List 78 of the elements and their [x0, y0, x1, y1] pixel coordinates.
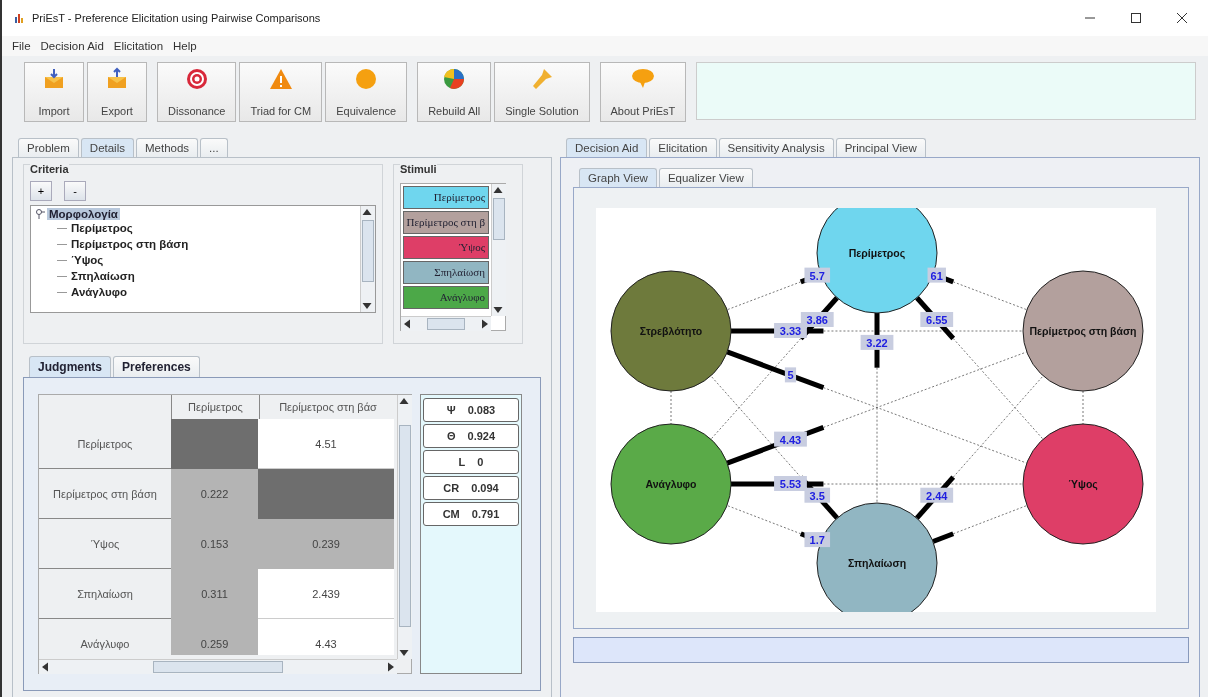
panel-title: Criteria: [30, 163, 69, 175]
ball-icon: [442, 67, 467, 91]
toolbar-button[interactable]: Import: [24, 62, 84, 122]
maximize-icon[interactable]: [1130, 12, 1142, 24]
tab[interactable]: Equalizer View: [658, 168, 753, 187]
metric-field: CR 0.094: [423, 476, 519, 500]
matrix-cell[interactable]: 0.153: [171, 519, 258, 569]
tab[interactable]: Problem: [18, 138, 79, 157]
tab[interactable]: Preferences: [113, 356, 200, 377]
warning-icon: [268, 67, 293, 91]
toolbar-button[interactable]: Dissonance: [157, 62, 237, 122]
matrix-cell[interactable]: 0.222: [171, 469, 258, 519]
toolbar-button[interactable]: Export: [87, 62, 147, 122]
stimulus-item[interactable]: Σπηλαίωση: [403, 261, 489, 284]
graph-node[interactable]: Ύψος: [1022, 423, 1144, 545]
small-button[interactable]: -: [64, 181, 86, 201]
toolbar-button[interactable]: About PriEsT: [599, 62, 687, 122]
tree-toggle-icon[interactable]: [35, 208, 45, 220]
metric-field: CM 0.791: [423, 502, 519, 526]
tree-item[interactable]: Περίμετρος στη βάση: [71, 238, 189, 250]
tab[interactable]: Details: [80, 138, 134, 157]
app-icon: [14, 12, 26, 24]
small-button[interactable]: +: [30, 181, 52, 201]
stimulus-item[interactable]: Περίμετρος στη β: [403, 211, 489, 234]
tree-item[interactable]: Σπηλαίωση: [71, 270, 135, 282]
scrollbar[interactable]: [397, 395, 412, 659]
tab[interactable]: Principal View: [835, 138, 926, 157]
tab[interactable]: Graph View: [579, 168, 657, 187]
metric-field: L 0: [423, 450, 519, 474]
stimulus-item[interactable]: Περίμετρος: [403, 186, 489, 209]
toolbar-button[interactable]: Triad for CM: [239, 62, 323, 122]
panel-title: Stimuli: [400, 163, 437, 175]
toolbar-button[interactable]: Single Solution: [494, 62, 590, 122]
menu-item[interactable]: Help: [173, 40, 197, 52]
tree-item[interactable]: Ανάγλυφο: [71, 286, 127, 298]
scrollbar[interactable]: [401, 316, 491, 331]
target-icon: [184, 67, 209, 91]
weight-label: 1.7: [804, 532, 831, 548]
matrix-cell[interactable]: 4.43: [258, 619, 394, 655]
graph-node[interactable]: Ανάγλυφο: [610, 423, 732, 545]
stimulus-item[interactable]: Ανάγλυφο: [403, 286, 489, 309]
envelope-arrow-icon: [42, 67, 66, 91]
circle-icon: [354, 67, 379, 91]
matrix-cell[interactable]: 4.51: [258, 419, 394, 469]
menu-item[interactable]: Elicitation: [113, 40, 164, 52]
matrix-cell[interactable]: 0.259: [171, 619, 258, 655]
toolbar-button[interactable]: Rebuild All: [417, 62, 492, 122]
menu-item[interactable]: File: [12, 40, 31, 52]
close-icon[interactable]: [1176, 12, 1188, 24]
envelope-arrow-icon: [105, 67, 129, 91]
tab[interactable]: Judgments: [29, 356, 111, 377]
matrix-cell[interactable]: [171, 419, 258, 469]
tree-item[interactable]: Περίμετρος: [71, 222, 133, 234]
graph-node[interactable]: Στρεβλότητο: [610, 270, 732, 392]
metric-field: Θ 0.924: [423, 424, 519, 448]
matrix-cell[interactable]: 0.311: [171, 569, 258, 619]
tab[interactable]: Methods: [136, 138, 199, 157]
scrollbar[interactable]: [491, 184, 506, 316]
tab[interactable]: ...: [200, 138, 228, 157]
tab[interactable]: Decision Aid: [566, 138, 648, 157]
window-title: PriEsT - Preference Elicitation using Pairwise Comparisons: [32, 12, 321, 24]
tree-item[interactable]: Μορφολογία: [47, 208, 120, 220]
matrix-cell[interactable]: 0.239: [258, 519, 394, 569]
tab[interactable]: Sensitivity Analysis: [718, 138, 834, 157]
scrollbar[interactable]: [39, 659, 397, 674]
weight-edge: [932, 531, 955, 544]
matrix-cell[interactable]: 2.439: [258, 569, 394, 619]
weight-label: 5.53: [774, 476, 807, 491]
metric-field: Ψ 0.083: [423, 398, 519, 422]
scrollbar[interactable]: [360, 206, 375, 312]
graph-node[interactable]: Περίμετρος στη βάση: [1022, 270, 1144, 392]
tree-item[interactable]: Ύψος: [71, 254, 104, 266]
matrix-cell[interactable]: [258, 469, 394, 519]
toolbar-button[interactable]: Equivalence: [325, 62, 408, 122]
tab[interactable]: Elicitation: [649, 138, 717, 157]
menu-item[interactable]: Decision Aid: [40, 40, 104, 52]
weight-label: 3.33: [774, 323, 807, 338]
stimulus-item[interactable]: Ύψος: [403, 236, 489, 259]
